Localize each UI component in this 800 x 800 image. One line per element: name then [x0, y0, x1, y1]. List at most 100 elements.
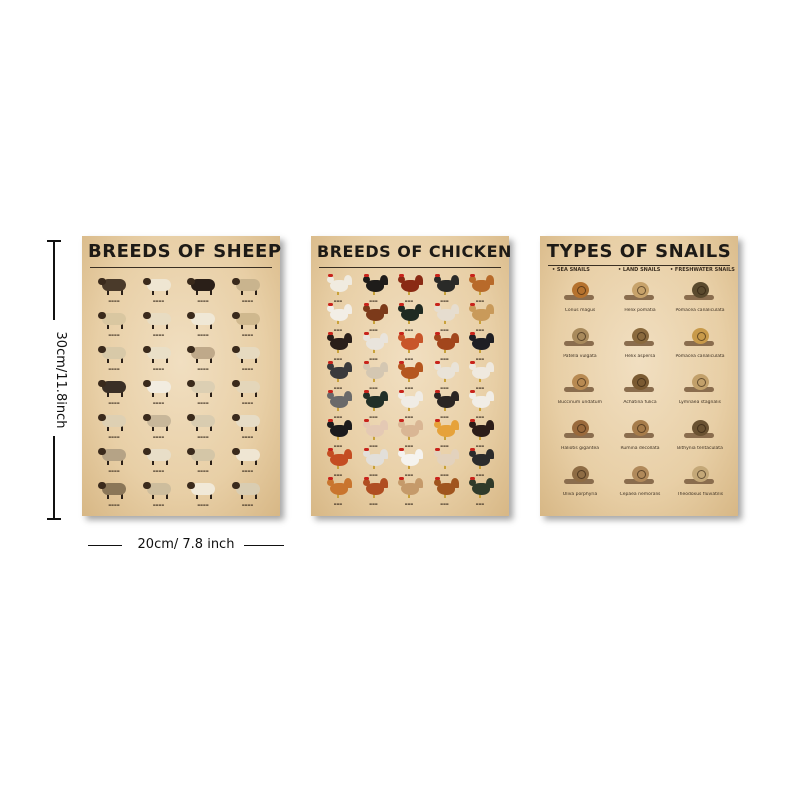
chicken-image	[429, 361, 461, 383]
chicken-poster: BREEDS OF CHICKEN ▬▬▬ ▬▬▬ ▬▬▬ ▬▬▬ ▬▬▬ ▬▬▬ ▬▬▬ ▬…	[311, 236, 512, 516]
sheep-breed-item: ▬▬▬▬	[92, 478, 136, 512]
sheep-breed-caption: ▬▬▬▬	[241, 333, 254, 337]
height-dimension-label: 30cm/11.8inch	[53, 331, 68, 429]
snail-species-item: Bithynia tentaculata	[670, 416, 730, 464]
chicken-image	[322, 332, 354, 354]
chicken-image	[322, 477, 354, 499]
snail-species-name: Haliotis gigantea	[560, 446, 600, 451]
chicken-image	[393, 419, 425, 441]
chicken-breed-caption: ▬▬▬	[369, 502, 378, 506]
chicken-image	[358, 390, 390, 412]
sheep-breed-item: ▬▬▬▬	[137, 444, 181, 478]
sheep-breed-item: ▬▬▬▬	[92, 410, 136, 444]
chicken-image	[322, 361, 354, 383]
snail-species-item: Helix pomatia	[610, 278, 670, 326]
sheep-breed-item: ▬▬▬▬	[181, 342, 225, 376]
snail-image	[682, 464, 718, 488]
snail-species-name: Oliva porphyria	[562, 492, 598, 497]
snail-image	[562, 280, 598, 304]
chicken-breed-item: ▬▬▬	[463, 477, 497, 511]
snail-species-item: Oliva porphyria	[550, 462, 610, 510]
sheep-breed-caption: ▬▬▬▬	[241, 503, 254, 507]
title-rule	[90, 267, 272, 268]
chicken-image	[429, 419, 461, 441]
snail-species-item: Pomacea canaliculata	[670, 278, 730, 326]
snail-species-name: Pomacea canaliculata	[675, 354, 725, 359]
snail-species-name: Patella vulgata	[563, 354, 597, 359]
snail-image	[622, 280, 658, 304]
chicken-image	[464, 332, 496, 354]
snail-category-sea: • SEA SNAILS	[552, 267, 590, 273]
sheep-breed-item: ▬▬▬▬	[92, 342, 136, 376]
snail-species-item: Buccinum undatum	[550, 370, 610, 418]
chicken-image	[358, 477, 390, 499]
chicken-grid: ▬▬▬ ▬▬▬ ▬▬▬ ▬▬▬ ▬▬▬ ▬▬▬ ▬▬▬ ▬▬▬ ▬▬▬ ▬▬▬ ▬▬▬ ▬▬▬ ▬▬▬ ▬…	[321, 274, 499, 508]
sheep-breed-caption: ▬▬▬▬	[197, 435, 209, 439]
sheep-image	[231, 274, 264, 296]
sheep-breed-item: ▬▬▬▬	[137, 478, 181, 512]
snail-species-item: Lymnaea stagnalis	[670, 370, 730, 418]
sheep-image	[98, 410, 130, 432]
sheep-breed-caption: ▬▬▬▬	[241, 367, 254, 371]
chicken-poster-title: BREEDS OF CHICKEN	[317, 242, 512, 261]
chicken-image	[393, 390, 425, 412]
title-rule	[548, 265, 730, 266]
sheep-image	[98, 478, 130, 500]
title-rule	[319, 267, 501, 268]
sheep-breed-caption: ▬▬▬▬	[197, 367, 209, 371]
sheep-breed-caption: ▬▬▬▬	[241, 469, 254, 473]
snails-poster-title: TYPES OF SNAILS	[546, 241, 732, 262]
height-line-top	[53, 240, 55, 320]
sheep-breed-item: ▬▬▬▬	[137, 376, 181, 410]
snail-image	[622, 418, 658, 442]
chicken-image	[429, 274, 461, 296]
sheep-breed-item: ▬▬▬▬	[226, 274, 270, 308]
chicken-image	[322, 419, 354, 441]
snail-species-item: Achatina fulica	[610, 370, 670, 418]
sheep-image	[231, 376, 264, 398]
sheep-breed-item: ▬▬▬▬	[226, 376, 270, 410]
chicken-image	[322, 390, 354, 412]
chicken-image	[358, 332, 390, 354]
sheep-breed-caption: ▬▬▬▬	[241, 401, 254, 405]
chicken-image	[322, 303, 354, 325]
chicken-image	[358, 361, 390, 383]
sheep-breed-caption: ▬▬▬▬	[108, 333, 120, 337]
snail-species-name: Achatina fulica	[623, 400, 657, 405]
snail-species-item: Rumina decollata	[610, 416, 670, 464]
snail-species-item: Helix aspersa	[610, 324, 670, 372]
snail-species-name: Cepaea nemoralis	[619, 492, 661, 497]
sheep-breed-item: ▬▬▬▬	[181, 478, 225, 512]
snail-image	[562, 464, 598, 488]
snail-species-item: Cepaea nemoralis	[610, 462, 670, 510]
snail-species-item: Patella vulgata	[550, 324, 610, 372]
sheep-breed-item: ▬▬▬▬	[181, 376, 225, 410]
snail-image	[682, 280, 718, 304]
snail-image	[562, 372, 598, 396]
sheep-breed-item: ▬▬▬▬	[137, 410, 181, 444]
snail-species-item: Pomacea canaliculata	[670, 324, 730, 372]
snail-species-item: Theodoxus fluviatilis	[670, 462, 730, 510]
chicken-image	[358, 419, 390, 441]
sheep-image	[187, 308, 219, 330]
chicken-image	[393, 448, 425, 470]
sheep-breed-caption: ▬▬▬▬	[241, 435, 254, 439]
chicken-image	[393, 303, 425, 325]
sheep-poster-title: BREEDS OF SHEEP	[88, 241, 282, 262]
sheep-breed-caption: ▬▬▬▬	[197, 333, 209, 337]
sheep-breed-caption: ▬▬▬▬	[152, 469, 165, 473]
sheep-image	[142, 444, 175, 466]
sheep-breed-item: ▬▬▬▬	[92, 308, 136, 342]
chicken-image	[393, 274, 425, 296]
chicken-image	[429, 390, 461, 412]
sheep-image	[187, 274, 219, 296]
chicken-breed-caption: ▬▬▬	[440, 502, 449, 506]
chicken-image	[429, 332, 461, 354]
snail-species-name: Theodoxus fluviatilis	[676, 492, 724, 497]
chicken-image	[464, 274, 496, 296]
chicken-breed-item: ▬▬▬	[392, 477, 426, 511]
chicken-image	[322, 448, 354, 470]
sheep-breed-caption: ▬▬▬▬	[197, 299, 209, 303]
sheep-grid: ▬▬▬▬ ▬▬▬▬ ▬▬▬▬ ▬▬▬▬ ▬▬▬▬ ▬▬▬▬ ▬▬▬▬ ▬▬▬▬ ▬▬▬▬ ▬▬▬▬…	[92, 274, 270, 508]
sheep-breed-item: ▬▬▬▬	[226, 444, 270, 478]
